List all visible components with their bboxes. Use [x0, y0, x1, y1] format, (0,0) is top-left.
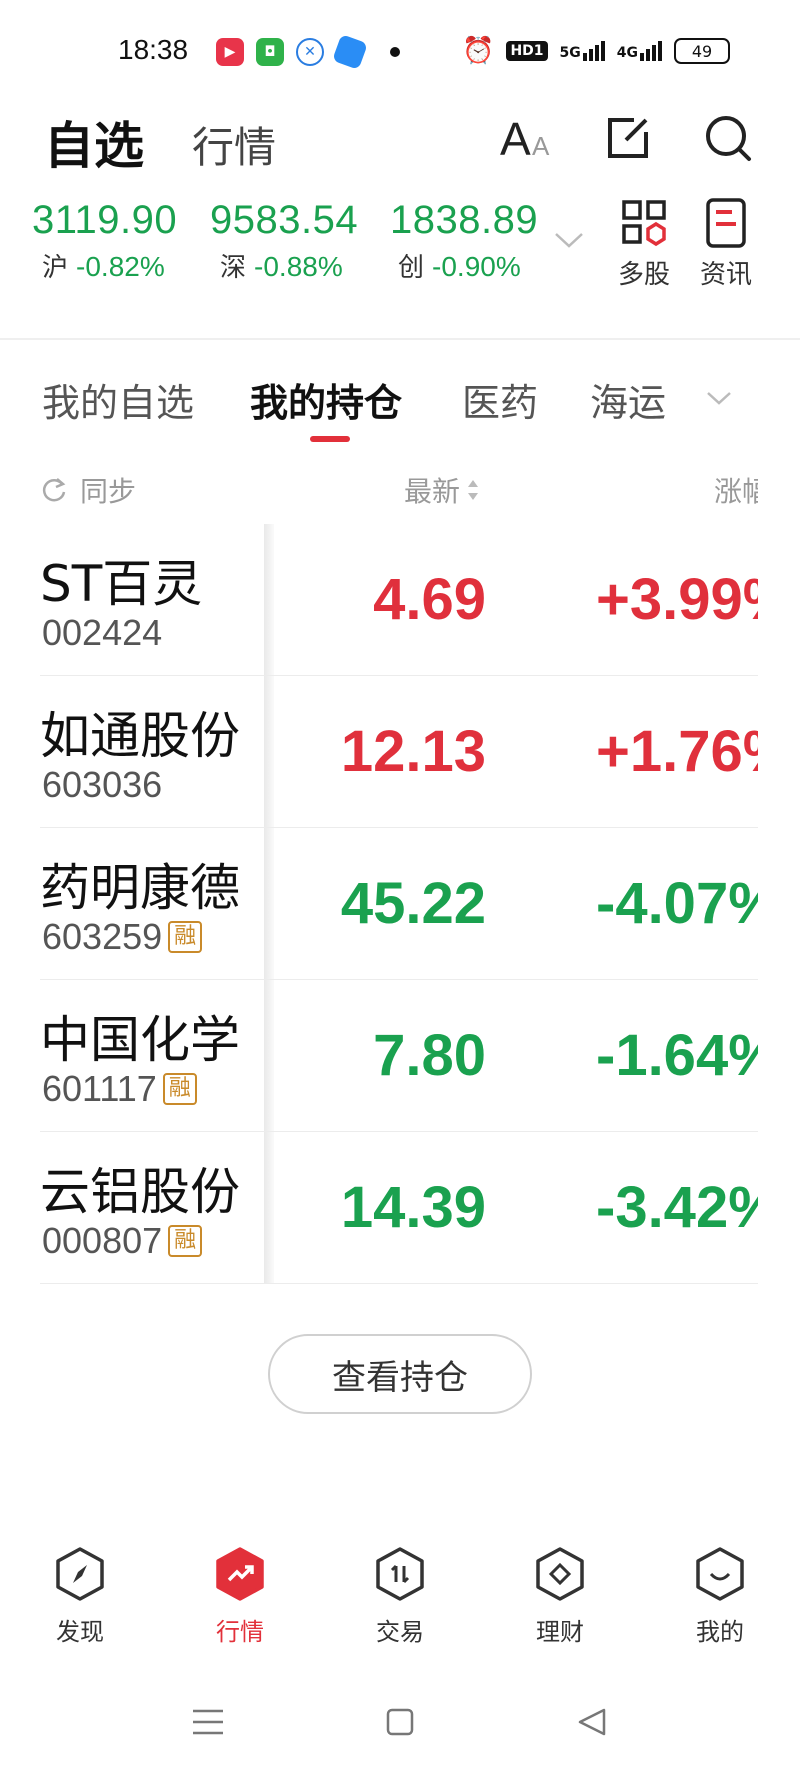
tab-my-watchlist[interactable]: 我的自选 — [42, 372, 194, 427]
nav-discover[interactable]: 发现 — [20, 1546, 140, 1647]
stock-price: 7.80 — [373, 1023, 486, 1088]
grid-icon — [622, 200, 666, 247]
stock-name: 云铝股份 — [40, 1163, 240, 1221]
stock-change: -1.64% — [596, 1023, 758, 1088]
status-bar: 18:38 ▶ ◘ ✕ ⏰ HD1 5G 4G 49 — [0, 0, 800, 108]
index-shanghai[interactable]: 3119.90 沪 -0.82% — [32, 198, 177, 284]
watchlist-tabs: 我的自选 我的持仓 医药 海运 — [0, 372, 800, 442]
sort-latest-header[interactable]: 最新 — [404, 470, 480, 510]
signal-4g: 4G — [617, 41, 662, 61]
sort-icon — [468, 480, 479, 500]
stock-code: 002424 — [42, 612, 163, 653]
margin-badge: 融 — [168, 921, 203, 953]
index-shenzhen[interactable]: 9583.54 深 -0.88% — [210, 198, 358, 284]
bottom-nav: 发现 行情 交易 理财 我的 — [0, 1546, 800, 1666]
news-icon — [706, 198, 746, 248]
status-right: ⏰ HD1 5G 4G 49 — [462, 36, 730, 66]
table-row[interactable]: 中国化学 601117融 7.80 -1.64% — [40, 980, 758, 1132]
tab-pharma[interactable]: 医药 — [462, 372, 538, 427]
battery-indicator: 49 — [674, 38, 730, 64]
diamond-icon — [536, 1547, 584, 1601]
stock-price: 4.69 — [373, 567, 486, 632]
stock-change: -4.07% — [596, 871, 758, 936]
stock-name: ST百灵 — [40, 555, 203, 613]
stock-code: 603259 融 — [42, 916, 203, 958]
change-header[interactable]: 涨幅 — [714, 470, 758, 510]
multi-stock-button[interactable]: 多股 — [618, 198, 670, 291]
view-positions-button[interactable]: 查看持仓 — [268, 1334, 532, 1414]
notification-icons: ▶ ◘ ✕ — [216, 34, 400, 70]
stock-change: +1.76% — [596, 719, 758, 784]
stock-code: 603036 — [42, 764, 163, 805]
more-notifications-dot — [390, 47, 400, 57]
stock-change: +3.99% — [596, 567, 758, 632]
trade-icon — [376, 1547, 424, 1601]
stock-price: 45.22 — [340, 871, 486, 936]
alarm-icon: ⏰ — [462, 36, 495, 66]
search-icon[interactable] — [698, 108, 758, 168]
nav-market[interactable]: 行情 — [180, 1546, 300, 1647]
font-size-icon[interactable]: AA — [498, 108, 558, 168]
table-row[interactable]: ST百灵 002424 4.69 +3.99% — [40, 524, 758, 676]
tab-my-positions[interactable]: 我的持仓 — [250, 372, 402, 427]
header: 自选 行情 AA — [0, 100, 800, 192]
sync-app-icon: ✕ — [296, 38, 324, 66]
stock-price: 14.39 — [340, 1175, 486, 1240]
edit-icon[interactable] — [598, 108, 658, 168]
table-row[interactable]: 如通股份 603036 12.13 +1.76% — [40, 676, 758, 828]
section-divider — [0, 338, 800, 340]
svg-text:A: A — [500, 113, 531, 163]
status-time: 18:38 — [118, 34, 189, 65]
table-row[interactable]: 药明康德 603259融 45.22 -4.07% — [40, 828, 758, 980]
nav-wealth[interactable]: 理财 — [500, 1546, 620, 1647]
active-tab-indicator — [310, 436, 350, 442]
stock-list: ST百灵 002424 4.69 +3.99% 如通股份 603036 12.1… — [40, 524, 758, 1284]
nav-trade[interactable]: 交易 — [340, 1546, 460, 1647]
stock-name: 如通股份 — [40, 707, 240, 765]
stock-name: 中国化学 — [40, 1011, 240, 1069]
compass-icon — [56, 1547, 104, 1601]
android-app-icon: ◘ — [256, 38, 284, 66]
stock-price: 12.13 — [340, 719, 486, 784]
refresh-icon — [42, 478, 66, 502]
news-button[interactable]: 资讯 — [700, 198, 752, 291]
home-square-icon[interactable] — [380, 1702, 420, 1742]
market-indices: 3119.90 沪 -0.82% 9583.54 深 -0.88% 1838.89 … — [0, 198, 800, 308]
signal-5g: 5G — [560, 41, 605, 61]
chevron-down-icon[interactable] — [554, 232, 584, 252]
system-nav-bar — [0, 1690, 800, 1750]
page-title[interactable]: 自选 — [44, 106, 144, 178]
stock-change: -3.42% — [596, 1175, 758, 1240]
sync-button[interactable]: 同步 — [40, 470, 136, 510]
back-triangle-icon[interactable] — [572, 1702, 612, 1742]
tabs-expand-chevron-icon[interactable] — [706, 390, 732, 409]
margin-badge: 融 — [162, 1073, 197, 1105]
menu-icon[interactable] — [188, 1702, 228, 1742]
hd-badge: HD1 — [506, 41, 548, 61]
bird-app-icon — [332, 34, 368, 70]
column-header: 同步 最新 涨幅 — [0, 468, 800, 512]
video-app-icon: ▶ — [216, 38, 244, 66]
table-row[interactable]: 云铝股份 000807融 14.39 -3.42% — [40, 1132, 758, 1284]
tab-shipping[interactable]: 海运 — [590, 372, 666, 427]
stock-code: 601117 融 — [42, 1068, 197, 1110]
stock-name: 药明康德 — [40, 859, 240, 917]
stock-code: 000807 融 — [42, 1220, 203, 1262]
smile-icon — [696, 1547, 744, 1601]
nav-mine[interactable]: 我的 — [660, 1546, 780, 1647]
market-tab[interactable]: 行情 — [192, 114, 276, 175]
svg-text:A: A — [532, 131, 550, 161]
trend-up-icon — [216, 1547, 264, 1601]
margin-badge: 融 — [168, 1225, 203, 1257]
index-chinext[interactable]: 1838.89 创 -0.90% — [390, 198, 538, 284]
